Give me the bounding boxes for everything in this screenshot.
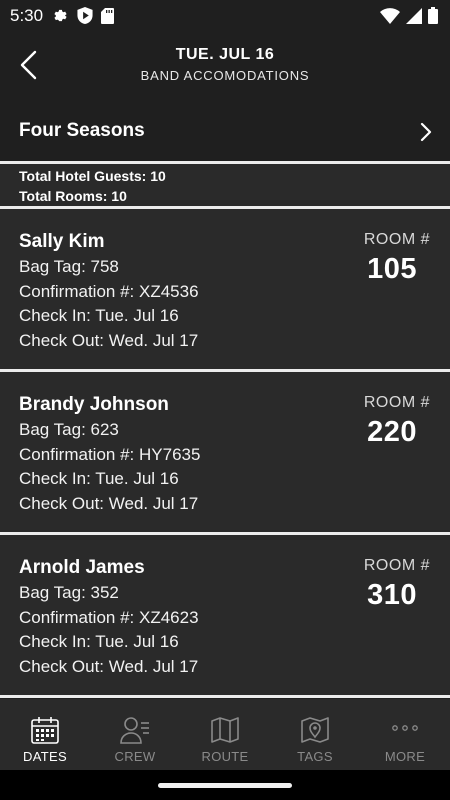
divider xyxy=(0,695,450,698)
header-subtitle: BAND ACCOMODATIONS xyxy=(140,68,310,83)
nav-item-dates[interactable]: DATES xyxy=(0,699,90,770)
room-number: 105 xyxy=(367,253,417,285)
room-number: 310 xyxy=(367,579,417,611)
guest-name: Brandy Johnson xyxy=(19,394,169,415)
hotel-name: Four Seasons xyxy=(19,120,145,141)
bottom-nav: DATES CREW ROUTE TAGS MORE xyxy=(0,699,450,770)
guest-name: Arnold James xyxy=(19,557,145,578)
crew-icon xyxy=(120,717,149,744)
map-pin-icon xyxy=(301,717,329,743)
nav-label-dates: DATES xyxy=(23,749,67,764)
total-rooms: Total Rooms: 10 xyxy=(19,188,127,204)
guest-card[interactable]: Sally Kim Bag Tag: 758 Confirmation #: X… xyxy=(0,209,450,369)
nav-label-route: ROUTE xyxy=(201,749,249,764)
guest-confirmation: Confirmation #: XZ4536 xyxy=(19,282,199,301)
map-icon xyxy=(211,717,239,743)
status-right-icons xyxy=(380,7,438,24)
guest-confirmation: Confirmation #: XZ4623 xyxy=(19,608,199,627)
guest-check-out: Check Out: Wed. Jul 17 xyxy=(19,657,199,676)
guest-bag-tag: Bag Tag: 352 xyxy=(19,583,119,602)
status-left-icons xyxy=(52,7,114,24)
nav-item-tags[interactable]: TAGS xyxy=(270,699,360,770)
guest-card[interactable]: Arnold James Bag Tag: 352 Confirmation #… xyxy=(0,535,450,695)
nav-label-tags: TAGS xyxy=(297,749,333,764)
gear-icon xyxy=(54,9,67,22)
nav-item-crew[interactable]: CREW xyxy=(90,699,180,770)
wifi-icon xyxy=(380,7,400,24)
header-date: TUE. JUL 16 xyxy=(175,46,275,63)
chevron-right-icon xyxy=(420,122,432,142)
guest-bag-tag: Bag Tag: 623 xyxy=(19,420,119,439)
room-number: 220 xyxy=(367,416,417,448)
room-label: ROOM # xyxy=(363,557,430,574)
more-dots-icon xyxy=(392,725,418,731)
guest-check-out: Check Out: Wed. Jul 17 xyxy=(19,494,199,513)
status-time: 5:30 xyxy=(10,6,44,25)
header: TUE. JUL 16 BAND ACCOMODATIONS xyxy=(0,32,450,104)
nav-label-more: MORE xyxy=(384,749,426,764)
guest-name: Sally Kim xyxy=(19,231,105,252)
guest-check-in: Check In: Tue. Jul 16 xyxy=(19,306,179,325)
status-bar: 5:30 xyxy=(0,0,450,32)
guest-bag-tag: Bag Tag: 758 xyxy=(19,257,119,276)
guest-confirmation: Confirmation #: HY7635 xyxy=(19,445,201,464)
nav-item-more[interactable]: MORE xyxy=(360,699,450,770)
guest-check-in: Check In: Tue. Jul 16 xyxy=(19,632,179,651)
signal-icon xyxy=(406,7,422,24)
nav-item-route[interactable]: ROUTE xyxy=(180,699,270,770)
home-gesture-handle[interactable] xyxy=(158,783,292,788)
sd-card-icon xyxy=(101,7,114,24)
gesture-bar xyxy=(0,770,450,800)
totals-panel: Total Hotel Guests: 10 Total Rooms: 10 xyxy=(0,164,450,206)
hotel-row[interactable]: Four Seasons xyxy=(0,104,450,161)
room-label: ROOM # xyxy=(363,231,430,248)
guest-card[interactable]: Brandy Johnson Bag Tag: 623 Confirmation… xyxy=(0,372,450,532)
guest-check-in: Check In: Tue. Jul 16 xyxy=(19,469,179,488)
guest-check-out: Check Out: Wed. Jul 17 xyxy=(19,331,199,350)
room-label: ROOM # xyxy=(363,394,430,411)
shield-play-icon xyxy=(77,7,93,24)
total-hotel-guests: Total Hotel Guests: 10 xyxy=(19,168,166,184)
calendar-icon xyxy=(31,717,59,744)
battery-icon xyxy=(428,7,438,24)
nav-label-crew: CREW xyxy=(114,749,156,764)
